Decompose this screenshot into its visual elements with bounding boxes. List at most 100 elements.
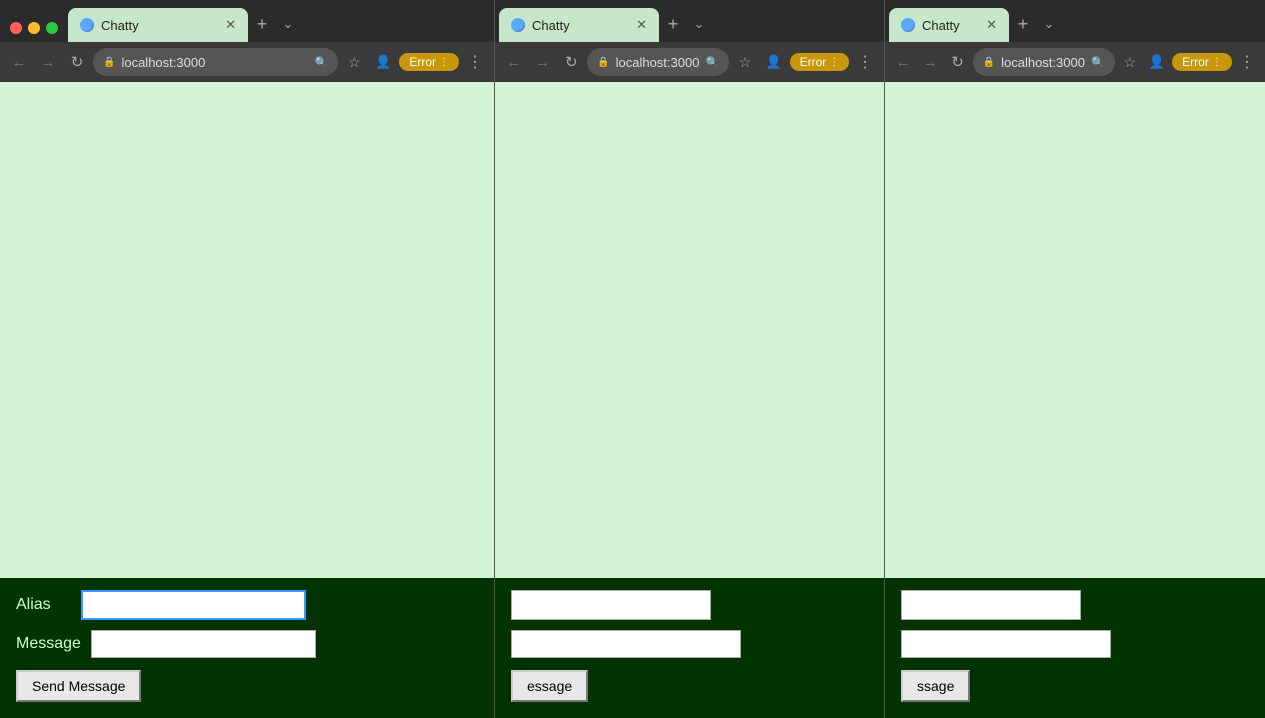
tab-label-1: Chatty xyxy=(101,18,218,33)
tab-close-1[interactable]: ✕ xyxy=(225,17,236,33)
tab-bar-3: Chatty ✕ + ⌄ xyxy=(885,0,1265,42)
person-btn-3[interactable]: 👤 xyxy=(1145,49,1169,75)
back-icon: ← xyxy=(12,54,27,71)
message-input-2[interactable] xyxy=(511,630,741,658)
person-icon-1: 👤 xyxy=(375,54,391,70)
person-icon-3: 👤 xyxy=(1149,54,1165,70)
address-bar-3: ← → ↻ 🔒 localhost:3000 🔍 ☆ 👤 xyxy=(885,42,1265,82)
tab-close-3[interactable]: ✕ xyxy=(986,17,997,33)
search-icon-3: 🔍 xyxy=(1091,56,1105,69)
error-badge-3[interactable]: Error ⋮ xyxy=(1172,53,1232,71)
page-content-2 xyxy=(495,82,884,578)
minimize-dot[interactable] xyxy=(28,22,40,34)
forward-btn-3[interactable]: → xyxy=(918,49,942,75)
person-icon-2: 👤 xyxy=(766,54,782,70)
alias-input-2[interactable] xyxy=(511,590,711,620)
page-bottom-3: ssage xyxy=(885,578,1265,718)
tab-close-2[interactable]: ✕ xyxy=(636,17,647,33)
send-message-button-2[interactable]: essage xyxy=(511,670,588,702)
tab-label-3: Chatty xyxy=(922,18,979,33)
alias-input-3[interactable] xyxy=(901,590,1081,620)
back-icon-3: ← xyxy=(896,54,911,71)
page-bottom-1: Alias Message Send Message xyxy=(0,578,494,718)
tab-favicon-3 xyxy=(901,18,915,32)
tab-bar-1: Chatty ✕ + ⌄ xyxy=(0,0,494,42)
reload-icon-2: ↻ xyxy=(565,53,578,71)
message-input-3[interactable] xyxy=(901,630,1111,658)
reload-icon-3: ↻ xyxy=(951,53,964,71)
tab-overflow-2[interactable]: ⌄ xyxy=(687,10,711,38)
reload-icon: ↻ xyxy=(71,53,84,71)
alias-label: Alias xyxy=(16,596,71,614)
forward-btn-1[interactable]: → xyxy=(35,49,61,75)
url-box-2[interactable]: 🔒 localhost:3000 🔍 xyxy=(587,48,729,76)
star-btn-3[interactable]: ☆ xyxy=(1118,49,1142,75)
close-dot[interactable] xyxy=(10,22,22,34)
more-btn-2[interactable]: ⋮ xyxy=(852,49,878,75)
star-icon-1: ☆ xyxy=(348,54,361,71)
message-input[interactable] xyxy=(91,630,316,658)
tab-overflow-1[interactable]: ⌄ xyxy=(276,10,300,38)
back-btn-1[interactable]: ← xyxy=(6,49,32,75)
star-icon-3: ☆ xyxy=(1123,54,1136,71)
browser-window-1: Chatty ✕ + ⌄ ← → ↻ xyxy=(0,0,495,718)
url-box-3[interactable]: 🔒 localhost:3000 🔍 xyxy=(973,48,1115,76)
more-icon-3: ⋮ xyxy=(1239,52,1255,72)
lock-icon-2: 🔒 xyxy=(597,57,609,68)
back-icon-2: ← xyxy=(506,54,521,71)
lock-icon-1: 🔒 xyxy=(103,57,115,68)
more-btn-3[interactable]: ⋮ xyxy=(1235,49,1259,75)
maximize-dot[interactable] xyxy=(46,22,58,34)
tab-favicon-1 xyxy=(80,18,94,32)
url-box-1[interactable]: 🔒 localhost:3000 🔍 xyxy=(93,48,338,76)
reload-btn-2[interactable]: ↻ xyxy=(558,49,584,75)
tab-overflow-3[interactable]: ⌄ xyxy=(1037,10,1061,38)
browser-window-3: Chatty ✕ + ⌄ ← → ↻ xyxy=(885,0,1265,718)
new-tab-btn-1[interactable]: + xyxy=(248,10,276,38)
tab-2-active[interactable]: Chatty ✕ xyxy=(499,8,659,42)
forward-icon-2: → xyxy=(535,54,550,71)
forward-btn-2[interactable]: → xyxy=(530,49,556,75)
url-text-2: localhost:3000 xyxy=(616,55,700,70)
page-content-3 xyxy=(885,82,1265,578)
tab-favicon-2 xyxy=(511,18,525,32)
more-icon-2: ⋮ xyxy=(857,52,873,72)
person-btn-2[interactable]: 👤 xyxy=(761,49,787,75)
star-btn-2[interactable]: ☆ xyxy=(732,49,758,75)
reload-btn-1[interactable]: ↻ xyxy=(64,49,90,75)
error-badge-2[interactable]: Error ⋮ xyxy=(790,53,850,71)
reload-btn-3[interactable]: ↻ xyxy=(945,49,969,75)
star-btn-1[interactable]: ☆ xyxy=(341,49,367,75)
tab-label-2: Chatty xyxy=(532,18,629,33)
alias-row: Alias xyxy=(16,590,478,620)
star-icon-2: ☆ xyxy=(739,54,752,71)
page-bottom-2: essage xyxy=(495,578,884,718)
send-message-button-3[interactable]: ssage xyxy=(901,670,970,702)
address-bar-1: ← → ↻ 🔒 localhost:3000 🔍 ☆ 👤 xyxy=(0,42,494,82)
address-bar-2: ← → ↻ 🔒 localhost:3000 🔍 ☆ 👤 xyxy=(495,42,884,82)
new-tab-btn-3[interactable]: + xyxy=(1009,10,1037,38)
message-row: Message xyxy=(16,630,478,658)
more-icon-1: ⋮ xyxy=(467,52,483,72)
more-btn-1[interactable]: ⋮ xyxy=(462,49,488,75)
search-icon-1: 🔍 xyxy=(315,56,329,69)
message-label: Message xyxy=(16,635,81,653)
url-text-3: localhost:3000 xyxy=(1001,55,1085,70)
browser-window-2: Chatty ✕ + ⌄ ← → ↻ xyxy=(495,0,885,718)
window-controls xyxy=(4,22,68,42)
tab-3-active[interactable]: Chatty ✕ xyxy=(889,8,1009,42)
tab-1-active[interactable]: Chatty ✕ xyxy=(68,8,248,42)
new-tab-btn-2[interactable]: + xyxy=(659,10,687,38)
search-icon-2: 🔍 xyxy=(705,56,719,69)
back-btn-3[interactable]: ← xyxy=(891,49,915,75)
person-btn-1[interactable]: 👤 xyxy=(370,49,396,75)
page-content-1 xyxy=(0,82,494,578)
forward-icon-3: → xyxy=(923,54,938,71)
back-btn-2[interactable]: ← xyxy=(501,49,527,75)
tab-bar-2: Chatty ✕ + ⌄ xyxy=(495,0,884,42)
lock-icon-3: 🔒 xyxy=(983,57,995,68)
url-text-1: localhost:3000 xyxy=(121,55,308,70)
error-badge-1[interactable]: Error ⋮ xyxy=(399,53,459,71)
send-message-button[interactable]: Send Message xyxy=(16,670,141,702)
alias-input[interactable] xyxy=(81,590,306,620)
